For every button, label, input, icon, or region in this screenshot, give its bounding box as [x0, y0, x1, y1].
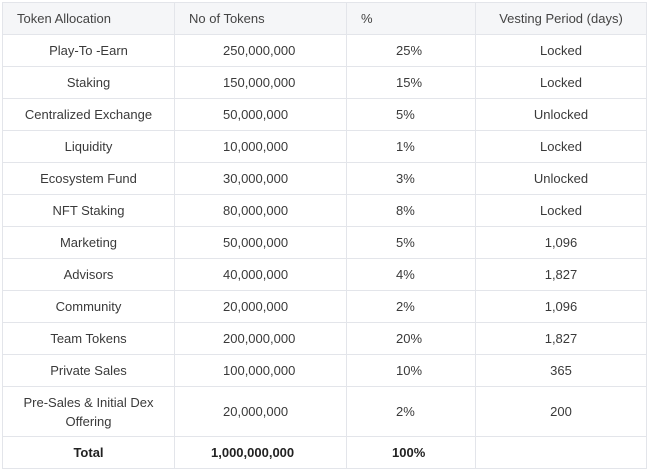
allocation-cell: NFT Staking: [2, 194, 175, 227]
tokens-cell: 50,000,000: [174, 98, 347, 131]
tokens-cell: 100,000,000: [174, 354, 347, 387]
table-body: Play-To -Earn 250,000,000 25% Locked Sta…: [2, 34, 647, 437]
table-row: Liquidity 10,000,000 1% Locked: [2, 130, 647, 163]
allocation-cell: Staking: [2, 66, 175, 99]
vesting-cell: Unlocked: [475, 98, 647, 131]
column-header-token-allocation: Token Allocation: [2, 2, 175, 35]
allocation-cell: Marketing: [2, 226, 175, 259]
column-header-vesting-period: Vesting Period (days): [475, 2, 647, 35]
allocation-cell: Centralized Exchange: [2, 98, 175, 131]
percent-cell: 4%: [346, 258, 476, 291]
vesting-cell: 365: [475, 354, 647, 387]
table-row: Team Tokens 200,000,000 20% 1,827: [2, 322, 647, 355]
table-row: Centralized Exchange 50,000,000 5% Unloc…: [2, 98, 647, 131]
percent-cell: 5%: [346, 98, 476, 131]
percent-cell: 3%: [346, 162, 476, 195]
percent-cell: 1%: [346, 130, 476, 163]
tokens-cell: 150,000,000: [174, 66, 347, 99]
total-tokens: 1,000,000,000: [174, 436, 347, 469]
vesting-cell: 1,096: [475, 290, 647, 323]
allocation-cell: Private Sales: [2, 354, 175, 387]
allocation-cell: Team Tokens: [2, 322, 175, 355]
table-row: Private Sales 100,000,000 10% 365: [2, 354, 647, 387]
tokens-cell: 40,000,000: [174, 258, 347, 291]
header-row: Token Allocation No of Tokens % Vesting …: [2, 2, 647, 35]
tokens-cell: 20,000,000: [174, 386, 347, 437]
vesting-cell: Unlocked: [475, 162, 647, 195]
tokens-cell: 10,000,000: [174, 130, 347, 163]
total-row: Total 1,000,000,000 100%: [2, 436, 647, 469]
vesting-cell: 1,827: [475, 258, 647, 291]
column-header-percent: %: [346, 2, 476, 35]
allocation-cell: Ecosystem Fund: [2, 162, 175, 195]
allocation-cell: Play-To -Earn: [2, 34, 175, 67]
table-footer: Total 1,000,000,000 100%: [2, 436, 647, 469]
token-allocation-table: Token Allocation No of Tokens % Vesting …: [2, 2, 647, 469]
vesting-cell: Locked: [475, 66, 647, 99]
tokens-cell: 20,000,000: [174, 290, 347, 323]
table-row: Community 20,000,000 2% 1,096: [2, 290, 647, 323]
percent-cell: 2%: [346, 290, 476, 323]
token-allocation-table-container: Token Allocation No of Tokens % Vesting …: [2, 2, 647, 469]
tokens-cell: 200,000,000: [174, 322, 347, 355]
vesting-cell: Locked: [475, 130, 647, 163]
table-row: Staking 150,000,000 15% Locked: [2, 66, 647, 99]
percent-cell: 8%: [346, 194, 476, 227]
percent-cell: 10%: [346, 354, 476, 387]
allocation-cell: Liquidity: [2, 130, 175, 163]
percent-cell: 5%: [346, 226, 476, 259]
vesting-cell: 1,827: [475, 322, 647, 355]
percent-cell: 25%: [346, 34, 476, 67]
vesting-cell: 1,096: [475, 226, 647, 259]
total-percent: 100%: [346, 436, 476, 469]
table-header: Token Allocation No of Tokens % Vesting …: [2, 2, 647, 35]
tokens-cell: 80,000,000: [174, 194, 347, 227]
tokens-cell: 30,000,000: [174, 162, 347, 195]
total-label: Total: [2, 436, 175, 469]
percent-cell: 2%: [346, 386, 476, 437]
table-row: Pre-Sales & Initial Dex Offering 20,000,…: [2, 386, 647, 437]
tokens-cell: 250,000,000: [174, 34, 347, 67]
vesting-cell: Locked: [475, 34, 647, 67]
vesting-cell: 200: [475, 386, 647, 437]
column-header-no-of-tokens: No of Tokens: [174, 2, 347, 35]
allocation-cell: Advisors: [2, 258, 175, 291]
percent-cell: 15%: [346, 66, 476, 99]
allocation-cell: Pre-Sales & Initial Dex Offering: [2, 386, 175, 437]
vesting-cell: Locked: [475, 194, 647, 227]
table-row: Play-To -Earn 250,000,000 25% Locked: [2, 34, 647, 67]
table-row: NFT Staking 80,000,000 8% Locked: [2, 194, 647, 227]
total-vesting: [475, 436, 647, 469]
percent-cell: 20%: [346, 322, 476, 355]
allocation-cell: Community: [2, 290, 175, 323]
table-row: Marketing 50,000,000 5% 1,096: [2, 226, 647, 259]
table-row: Ecosystem Fund 30,000,000 3% Unlocked: [2, 162, 647, 195]
table-row: Advisors 40,000,000 4% 1,827: [2, 258, 647, 291]
tokens-cell: 50,000,000: [174, 226, 347, 259]
